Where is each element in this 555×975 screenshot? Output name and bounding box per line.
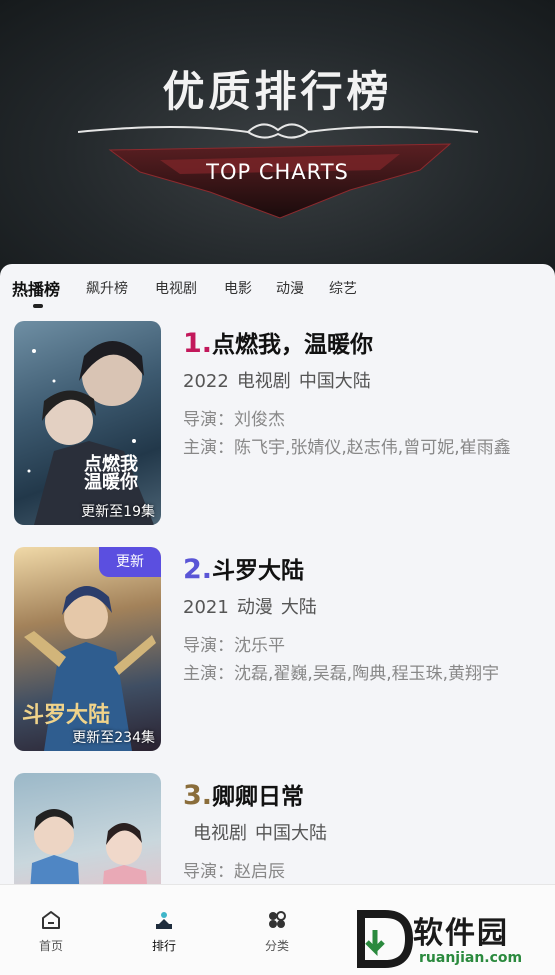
poster-title-art: 点燃我 温暖你 [84, 454, 138, 493]
list-item[interactable]: 点燃我 温暖你 更新至19集 1.点燃我，温暖你 2022 电视剧 中国大陆 导演：… [0, 321, 555, 531]
item-genre: 动漫 [236, 597, 273, 618]
site-watermark: 软件园 ruanjian.com [355, 908, 550, 970]
item-meta: 2021 动漫 大陆 [183, 593, 317, 619]
episode-caption: 更新至19集 [81, 504, 155, 520]
tab-indicator [33, 304, 43, 308]
list-item[interactable]: 3.卿卿日常 电视剧 中国大陆 导演：赵启辰 [0, 773, 555, 884]
list-item[interactable]: 斗罗大陆 更新 更新至234集 2.斗罗大陆 2021 动漫 大陆 导演：沈乐平 主… [0, 547, 555, 757]
banner-subtitle: TOP CHARTS [206, 160, 349, 184]
item-title[interactable]: 3.卿卿日常 [183, 777, 304, 811]
ranking-icon [156, 912, 172, 929]
watermark-url: ruanjian.com [419, 950, 523, 966]
item-year: 2021 [183, 597, 229, 618]
rank-number: 2. [183, 554, 213, 585]
nav-ranking[interactable]: 排行 [134, 909, 194, 954]
top-charts-banner: 优质排行榜 TOP CHARTS [0, 0, 555, 280]
banner-title: 优质排行榜 [162, 67, 393, 116]
item-meta: 电视剧 中国大陆 [193, 819, 327, 845]
tab-variety[interactable]: 综艺 [329, 278, 357, 298]
poster-art [27, 341, 154, 525]
tab-rising[interactable]: 飙升榜 [86, 278, 128, 298]
item-title-text: 点燃我，温暖你 [212, 332, 374, 358]
home-icon [42, 911, 60, 929]
item-region: 大陆 [280, 597, 317, 618]
episode-caption: 更新至234集 [72, 730, 155, 746]
poster-image[interactable] [14, 773, 161, 884]
nav-category[interactable]: 分类 [247, 909, 307, 954]
poster-image[interactable]: 点燃我 温暖你 更新至19集 [14, 321, 161, 525]
watermark-text: 软件园 [413, 916, 509, 951]
item-year: 2022 [183, 371, 229, 392]
item-region: 中国大陆 [255, 823, 327, 844]
nav-home[interactable]: 首页 [21, 909, 81, 954]
item-title[interactable]: 2.斗罗大陆 [183, 551, 304, 585]
item-title-text: 卿卿日常 [212, 784, 305, 810]
watermark-logo [357, 910, 414, 968]
item-genre: 电视剧 [236, 371, 291, 392]
category-tabs: 热播榜 飙升榜 电视剧 电影 动漫 综艺 [0, 264, 555, 314]
tab-movie[interactable]: 电影 [224, 278, 252, 298]
poster-title-art: 斗罗大陆 [22, 703, 111, 728]
tab-hot[interactable]: 热播榜 [12, 276, 60, 300]
nav-label: 分类 [264, 939, 289, 953]
nav-label: 首页 [38, 939, 63, 953]
tab-tv[interactable]: 电视剧 [155, 278, 197, 298]
tab-anime[interactable]: 动漫 [276, 278, 304, 298]
item-region: 中国大陆 [298, 371, 371, 392]
item-cast: 主演：沈磊,翟巍,吴磊,陶典,程玉珠,黄翔宇 [183, 664, 500, 684]
item-title[interactable]: 1.点燃我，温暖你 [183, 325, 373, 359]
category-icon [269, 911, 286, 928]
item-director: 导演：刘俊杰 [183, 410, 285, 430]
ranking-panel: 热播榜 飙升榜 电视剧 电影 动漫 综艺 点燃我 温暖你 更新至19集 1.点燃… [0, 264, 555, 884]
update-badge: 更新 [99, 547, 161, 577]
item-cast: 主演：陈飞宇,张婧仪,赵志伟,曾可妮,崔雨鑫 [183, 438, 511, 458]
item-director: 导演：沈乐平 [183, 636, 285, 656]
item-title-text: 斗罗大陆 [212, 558, 305, 584]
rank-number: 1. [183, 328, 213, 359]
item-genre: 电视剧 [193, 823, 247, 844]
poster-image[interactable]: 斗罗大陆 更新 更新至234集 [14, 547, 161, 751]
poster-art [30, 809, 147, 884]
item-meta: 2022 电视剧 中国大陆 [183, 367, 371, 393]
item-director: 导演：赵启辰 [183, 862, 285, 882]
rank-number: 3. [183, 780, 213, 811]
nav-label: 排行 [151, 939, 176, 953]
